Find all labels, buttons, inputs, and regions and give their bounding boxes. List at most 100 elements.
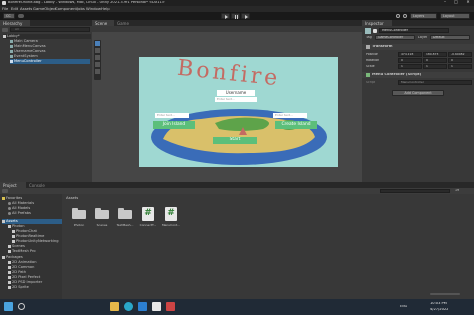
language-indicator[interactable]: ENG	[400, 305, 407, 308]
tab-hierarchy[interactable]: Hierarchy	[0, 20, 30, 26]
folder-icon	[72, 208, 86, 219]
edge-icon[interactable]	[124, 302, 133, 311]
csharp-script-icon: #	[142, 207, 154, 221]
move-tool-icon[interactable]	[95, 48, 100, 53]
join-island-button[interactable]: Join Island	[153, 121, 195, 129]
gameobject-cube-icon	[365, 28, 371, 34]
project-search-input[interactable]	[380, 189, 450, 193]
transform-title: Transform	[372, 45, 393, 48]
rotation-x-field[interactable]: 0	[398, 58, 422, 63]
project-add-icon[interactable]	[2, 189, 8, 193]
username-label: Username	[217, 90, 255, 96]
asset-tile-scenes[interactable]: Scenes	[91, 206, 113, 232]
unity-icon[interactable]	[152, 302, 161, 311]
hierarchy-search-input[interactable]: All	[10, 27, 90, 32]
add-component-button[interactable]: Add Component	[392, 90, 444, 96]
asset-tile-menu-script[interactable]: # MenuCont...	[160, 206, 182, 232]
menu-window[interactable]: Window	[86, 7, 101, 11]
clock-time[interactable]: 10:03 PM	[430, 302, 447, 306]
rotate-tool-icon[interactable]	[95, 55, 100, 60]
room-input-left[interactable]: Enter text...	[155, 113, 189, 118]
position-z-field[interactable]: -0.60082	[448, 52, 472, 57]
folder-icon	[8, 280, 11, 284]
menu-component[interactable]: Component	[55, 7, 77, 11]
add-icon[interactable]	[2, 28, 8, 32]
pause-button[interactable]	[231, 13, 240, 19]
project-toolbar: 19	[0, 188, 474, 194]
scale-tool-icon[interactable]	[95, 62, 100, 67]
folder-icon	[118, 208, 132, 219]
transform-header[interactable]: Transform	[362, 44, 474, 50]
game-canvas[interactable]: Bonfire Username Enter text... Enter tex…	[139, 57, 338, 167]
asset-label: ConnectT...	[139, 224, 157, 227]
account-button[interactable]: CC	[3, 13, 15, 19]
rect-tool-icon[interactable]	[95, 69, 100, 74]
cloud-icon[interactable]	[18, 14, 24, 18]
menu-jobs[interactable]: Jobs	[77, 7, 85, 11]
scene-view-toolbar	[92, 26, 362, 32]
room-input-right[interactable]: Enter text...	[273, 113, 307, 118]
step-button[interactable]	[241, 13, 250, 19]
menu-gameobject[interactable]: GameObject	[33, 7, 57, 11]
asset-tile-photon[interactable]: Photon	[68, 206, 90, 232]
vscode-icon[interactable]	[138, 302, 147, 311]
unity-logo-icon	[2, 1, 6, 5]
tab-inspector[interactable]: Inspector	[362, 20, 392, 26]
hand-tool-icon[interactable]	[95, 41, 100, 46]
windows-start-icon[interactable]	[4, 302, 13, 311]
layers-dropdown[interactable]: Layers	[410, 13, 437, 19]
start-button[interactable]: Start	[213, 137, 257, 144]
item-count: 19	[455, 189, 460, 192]
play-button[interactable]	[221, 13, 230, 19]
zoom-slider[interactable]	[430, 293, 460, 295]
favorite-item[interactable]: All Prefabs	[8, 211, 31, 216]
menu-help[interactable]: Help	[101, 7, 110, 11]
menu-file[interactable]: File	[2, 7, 8, 11]
rotation-z-field[interactable]: 0	[448, 58, 472, 63]
asset-label: Scenes	[96, 224, 108, 227]
position-x-field[interactable]: 474.193	[398, 52, 422, 57]
menu-assets[interactable]: Assets	[20, 7, 32, 11]
package-item[interactable]: 2D Sprite	[8, 285, 29, 290]
search-icon[interactable]	[403, 14, 407, 18]
transform-icon	[366, 45, 370, 49]
rotation-y-field[interactable]: 0	[423, 58, 447, 63]
folder-icon	[8, 275, 11, 279]
gameobject-icon	[10, 39, 13, 43]
scene-panel: Scene Game Bonfire Username Enter text..…	[92, 20, 362, 182]
username-input[interactable]: Enter text...	[215, 97, 257, 102]
scale-z-field[interactable]: 1	[448, 64, 472, 69]
menu-edit[interactable]: Edit	[11, 7, 18, 11]
csharp-script-icon: #	[165, 207, 177, 221]
breadcrumb[interactable]: Assets	[66, 196, 78, 200]
assets-tree-item[interactable]: TextMesh Pro	[8, 249, 36, 254]
search-icon	[8, 201, 11, 205]
active-checkbox[interactable]	[373, 29, 377, 33]
file-explorer-icon[interactable]	[110, 302, 119, 311]
scale-y-field[interactable]: 1	[423, 64, 447, 69]
script-icon	[366, 73, 370, 77]
position-y-field[interactable]: 180.873	[423, 52, 447, 57]
folder-icon	[8, 249, 11, 253]
folder-icon	[8, 224, 11, 228]
folder-icon	[8, 260, 11, 264]
asset-tile-textmeshpro[interactable]: TextMesh...	[114, 206, 136, 232]
project-tree: Favorites All Materials All Models All P…	[0, 194, 62, 299]
store-icon[interactable]	[166, 302, 175, 311]
menu-controller-header[interactable]: Menu Controller (Script)	[362, 72, 474, 78]
hierarchy-item-menucontroller[interactable]: MenuController	[10, 59, 90, 64]
search-icon[interactable]	[18, 303, 25, 310]
layout-dropdown[interactable]: Layout	[440, 13, 470, 19]
folder-icon	[8, 270, 11, 274]
rotation-label: Rotation	[366, 59, 380, 62]
object-name-field[interactable]: MenuController	[379, 28, 449, 33]
step-icon	[245, 15, 248, 19]
layer-dropdown[interactable]: Default	[430, 35, 470, 40]
tag-label: Tag	[366, 36, 372, 39]
tag-dropdown[interactable]: GameController	[375, 35, 415, 40]
scale-x-field[interactable]: 1	[398, 64, 422, 69]
clock-date[interactable]: 4/27/2022	[430, 308, 448, 312]
asset-tile-connect-script[interactable]: # ConnectT...	[137, 206, 159, 232]
history-icon[interactable]	[396, 14, 400, 18]
create-island-button[interactable]: Create Island	[275, 121, 317, 129]
